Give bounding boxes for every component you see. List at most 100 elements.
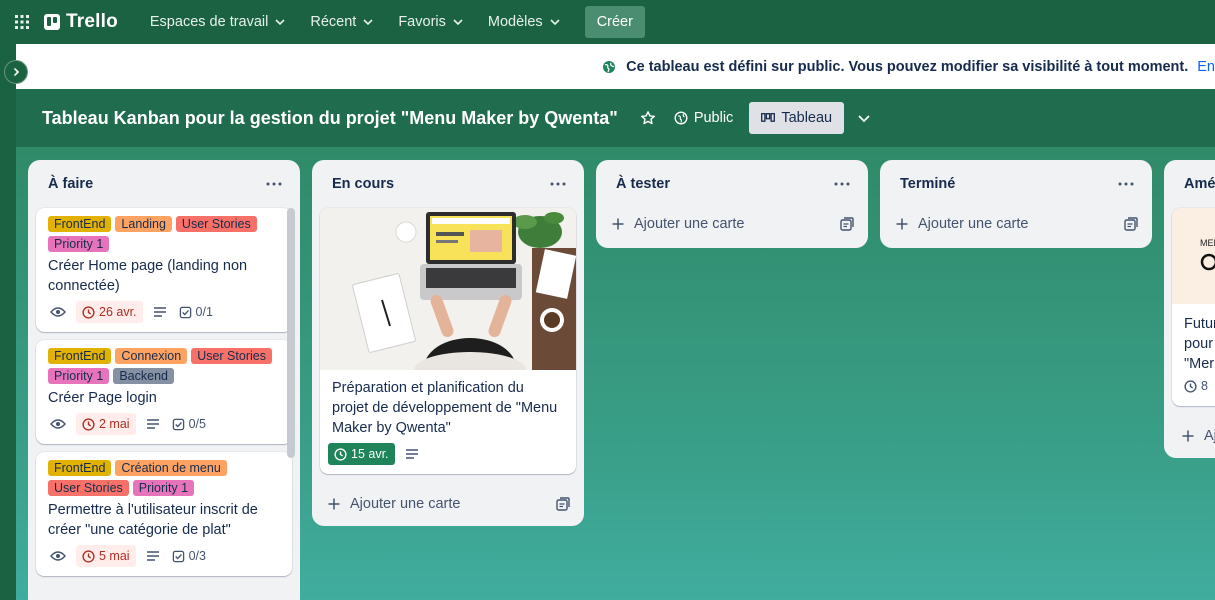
brand-name: Trello: [66, 11, 118, 32]
description-icon: [146, 419, 159, 429]
nav-recent[interactable]: Récent: [298, 6, 386, 38]
app-switcher-button[interactable]: [0, 0, 44, 44]
list-scrollbar[interactable]: [287, 208, 295, 458]
label-connexion[interactable]: Connexion: [115, 348, 188, 364]
checklist-count: 0/5: [188, 417, 206, 431]
chevron-down-icon: [453, 19, 463, 26]
checklist-count: 0/1: [195, 305, 213, 319]
clock-icon: [1184, 379, 1197, 393]
more-icon: [550, 182, 566, 186]
card-cover-image: MEN: [1172, 208, 1215, 304]
card-badges: 26 avr. 0/1: [48, 300, 280, 324]
chevron-right-icon: [13, 67, 20, 77]
nav-favorites-label: Favoris: [398, 14, 446, 30]
card[interactable]: FrontEnd Landing User Stories Priority 1…: [36, 208, 292, 332]
add-card-label: Ajouter une carte: [634, 216, 745, 232]
more-icon: [266, 182, 282, 186]
label-user-stories[interactable]: User Stories: [191, 348, 272, 364]
checkbox-icon: [172, 550, 184, 562]
sidebar-rail: [0, 44, 16, 600]
add-card-button[interactable]: Ajouter une carte: [888, 202, 1144, 246]
template-icon[interactable]: [1124, 217, 1138, 231]
trello-logo[interactable]: Trello: [44, 11, 118, 33]
card-labels: FrontEnd Connexion User Stories Priority…: [48, 348, 280, 384]
list-title[interactable]: Amé: [1184, 176, 1215, 192]
label-frontend[interactable]: FrontEnd: [48, 348, 112, 364]
cover-illustration: [320, 208, 576, 370]
list-en-cours: En cours Préparation et planification du…: [312, 160, 584, 526]
label-landing[interactable]: Landing: [115, 216, 172, 232]
sidebar-expand-button[interactable]: [4, 60, 28, 84]
checklist-badge: 0/5: [170, 413, 208, 435]
add-card-button[interactable]: Ajouter une carte: [320, 482, 576, 526]
nav-favorites[interactable]: Favoris: [386, 6, 476, 38]
card[interactable]: MEN Futur pour "Mer 8: [1172, 208, 1215, 406]
plus-icon: [896, 218, 908, 230]
label-user-stories[interactable]: User Stories: [48, 480, 129, 496]
card[interactable]: FrontEnd Création de menu User Stories P…: [36, 452, 292, 576]
list-a-faire: À faire FrontEnd Landing User Stories Pr…: [28, 160, 300, 600]
due-date-badge[interactable]: 2 mai: [76, 413, 136, 435]
list-title[interactable]: Terminé: [900, 176, 955, 192]
list-menu-button[interactable]: [260, 170, 288, 198]
label-priority-1[interactable]: Priority 1: [132, 480, 195, 496]
eye-icon: [50, 419, 66, 429]
list-header: À tester: [604, 160, 860, 208]
card-title: Permettre à l'utilisateur inscrit de cré…: [48, 502, 258, 538]
nav-workspaces-label: Espaces de travail: [149, 14, 269, 30]
label-priority-1[interactable]: Priority 1: [48, 236, 110, 252]
card[interactable]: Préparation et planification du projet d…: [320, 208, 576, 474]
watching-badge: [48, 301, 68, 323]
board-title[interactable]: Tableau Kanban pour la gestion du projet…: [42, 108, 618, 129]
eye-icon: [50, 307, 66, 317]
list-a-tester: À tester Ajouter une carte: [596, 160, 868, 248]
list-header: À faire: [36, 160, 292, 208]
nav-templates[interactable]: Modèles: [476, 6, 573, 38]
view-board-button[interactable]: Tableau: [749, 102, 845, 134]
list-menu-button[interactable]: [828, 170, 856, 198]
card-cover-image: [320, 208, 576, 370]
list-header: Terminé: [888, 160, 1144, 208]
due-date-badge[interactable]: 8: [1184, 375, 1210, 397]
nav-workspaces[interactable]: Espaces de travail: [138, 6, 298, 38]
label-user-stories[interactable]: User Stories: [175, 216, 257, 232]
label-frontend[interactable]: FrontEnd: [48, 460, 112, 476]
clock-icon: [82, 417, 95, 431]
checklist-count: 0/3: [188, 549, 206, 563]
card[interactable]: FrontEnd Connexion User Stories Priority…: [36, 340, 292, 444]
list-title[interactable]: À faire: [48, 176, 93, 192]
list-menu-button[interactable]: [544, 170, 572, 198]
list-menu-button[interactable]: [1112, 170, 1140, 198]
globe-icon: [603, 60, 616, 73]
card-title: Préparation et planification du projet d…: [332, 380, 558, 436]
list-title[interactable]: À tester: [616, 176, 670, 192]
label-frontend[interactable]: FrontEnd: [48, 216, 112, 232]
banner-link[interactable]: En: [1197, 59, 1215, 75]
due-date-badge[interactable]: 26 avr.: [76, 301, 143, 323]
due-date-badge[interactable]: 15 avr.: [328, 443, 395, 465]
star-board-button[interactable]: [632, 102, 664, 134]
views-dropdown-button[interactable]: [848, 102, 880, 134]
visibility-banner: Ce tableau est défini sur public. Vous p…: [16, 44, 1215, 89]
add-card-button[interactable]: Ajouter une carte: [604, 202, 860, 246]
template-icon[interactable]: [840, 217, 854, 231]
description-icon: [153, 307, 166, 317]
label-backend[interactable]: Backend: [113, 368, 174, 384]
banner-message: Ce tableau est défini sur public. Vous p…: [626, 58, 1189, 75]
due-date-badge[interactable]: 5 mai: [76, 545, 136, 567]
template-icon[interactable]: [556, 497, 570, 511]
add-card-button[interactable]: Aj: [1172, 414, 1215, 458]
due-date: 8: [1201, 379, 1208, 393]
list-title[interactable]: En cours: [332, 176, 394, 192]
create-button[interactable]: Créer: [584, 6, 645, 38]
visibility-button[interactable]: Public: [664, 110, 744, 126]
due-date: 5 mai: [99, 549, 130, 563]
description-icon: [405, 449, 418, 459]
eye-icon: [50, 551, 66, 561]
chevron-down-icon: [858, 115, 870, 123]
globe-icon: [674, 111, 688, 125]
card-badges: 2 mai 0/5: [48, 412, 280, 436]
label-creation-de-menu[interactable]: Création de menu: [115, 460, 227, 476]
label-priority-1[interactable]: Priority 1: [48, 368, 110, 384]
due-date: 2 mai: [99, 417, 130, 431]
